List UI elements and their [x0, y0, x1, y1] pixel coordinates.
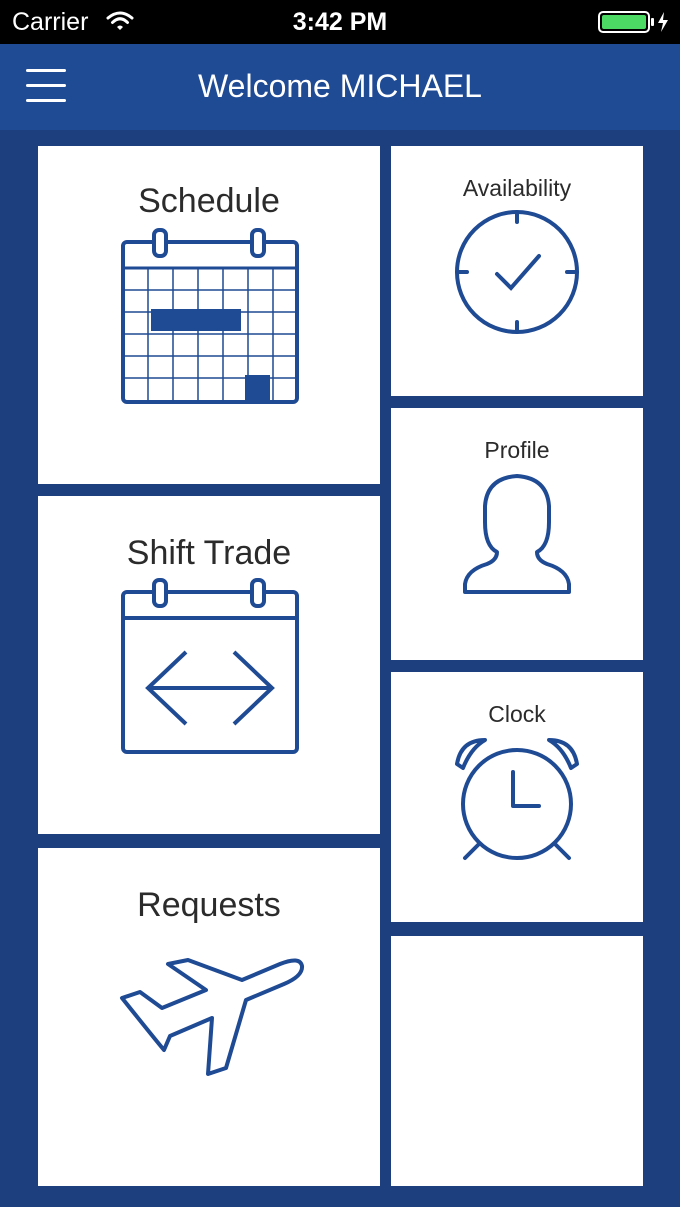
shift-trade-label: Shift Trade: [126, 534, 292, 572]
availability-label: Availability: [462, 175, 572, 201]
profile-tile[interactable]: Profile: [391, 408, 643, 660]
shift-trade-tile[interactable]: Shift Trade: [38, 496, 380, 834]
requests-label: Requests: [137, 886, 281, 924]
app-header: Welcome MICHAEL: [0, 44, 680, 130]
clock-check-icon: [455, 210, 579, 334]
schedule-label: Schedule: [138, 182, 280, 220]
availability-tile[interactable]: Availability: [391, 146, 643, 396]
airplane-icon: [120, 958, 305, 1076]
calendar-grid-icon: [121, 228, 299, 404]
calendar-swap-icon: [121, 578, 299, 754]
status-bar: Carrier 3:42 PM: [0, 0, 680, 44]
clock-label: Clock: [488, 701, 546, 727]
status-time: 3:42 PM: [292, 8, 388, 36]
schedule-tile[interactable]: Schedule: [38, 146, 380, 484]
alarm-clock-icon: [455, 738, 579, 860]
requests-tile[interactable]: Requests: [38, 848, 380, 1186]
profile-label: Profile: [484, 437, 550, 463]
person-icon: [463, 474, 571, 594]
empty-tile: [391, 936, 643, 1186]
page-title: Welcome MICHAEL: [198, 68, 482, 104]
battery-icon: [598, 11, 668, 33]
clock-tile[interactable]: Clock: [391, 672, 643, 922]
